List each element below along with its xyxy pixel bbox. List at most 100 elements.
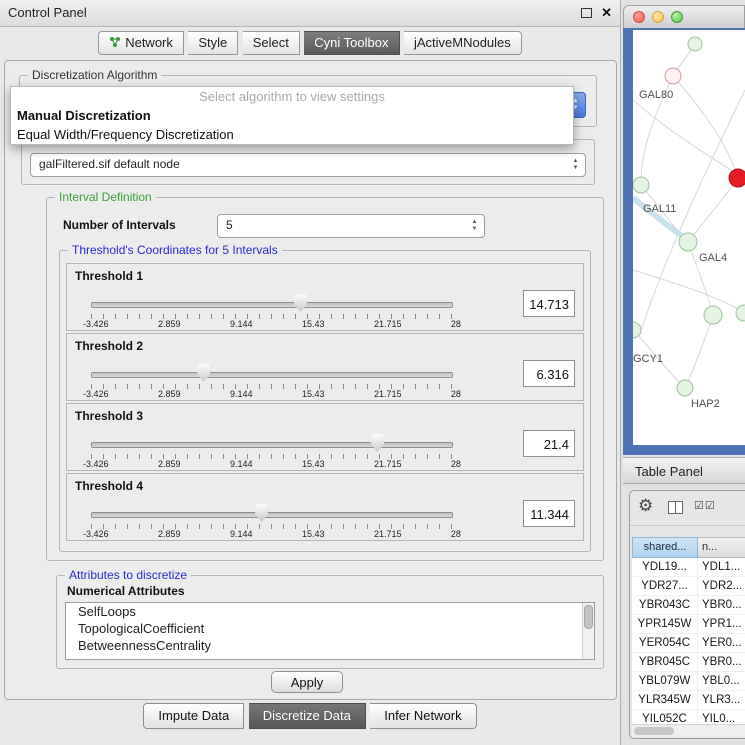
tab-infer-network[interactable]: Infer Network: [370, 703, 476, 729]
vertical-scrollbar[interactable]: [582, 603, 594, 659]
table-cell[interactable]: YBR043C: [632, 596, 698, 614]
tick-label: 28: [451, 459, 461, 469]
slider-track[interactable]: [91, 512, 453, 518]
table-row[interactable]: YLR345WYLR3...: [632, 691, 745, 710]
float-window-icon[interactable]: [581, 8, 592, 18]
table-data-group: Table Data galFiltered.sif default node …: [21, 139, 595, 185]
tab-select[interactable]: Select: [243, 31, 300, 55]
table-cell[interactable]: YIL0...: [698, 710, 745, 724]
threshold-3-value-field[interactable]: 21.4: [523, 430, 575, 457]
table-cell[interactable]: YBR045C: [632, 653, 698, 671]
table-row[interactable]: YPR145WYPR1...: [632, 615, 745, 634]
table-cell[interactable]: YDR2...: [698, 577, 745, 595]
network-node[interactable]: [688, 37, 702, 51]
network-node[interactable]: [704, 306, 722, 324]
network-node-selected-red[interactable]: [729, 169, 745, 187]
scrollbar-thumb[interactable]: [634, 727, 674, 735]
threshold-1-value-field[interactable]: 14.713: [523, 290, 575, 317]
threshold-3-slider[interactable]: -3.4262.8599.14415.4321.71528: [91, 434, 453, 466]
tab-impute-data[interactable]: Impute Data: [143, 703, 244, 729]
threshold-2-slider[interactable]: -3.4262.8599.14415.4321.71528: [91, 364, 453, 396]
dropdown-placeholder-item[interactable]: Select algorithm to view settings: [11, 87, 573, 106]
slider-tick-labels: -3.4262.8599.14415.4321.71528: [83, 389, 461, 399]
horizontal-scrollbar[interactable]: [632, 724, 745, 737]
table-cell[interactable]: YDR27...: [632, 577, 698, 595]
column-header-name[interactable]: n...: [698, 537, 745, 558]
updown-arrows-icon: ▲▼: [470, 219, 479, 233]
table-row[interactable]: YBR045CYBR0...: [632, 653, 745, 672]
gear-icon[interactable]: ⚙: [638, 496, 653, 516]
table-row[interactable]: YBL079WYBL0...: [632, 672, 745, 691]
table-row[interactable]: YBR043CYBR0...: [632, 596, 745, 615]
slider-thumb[interactable]: [371, 434, 384, 452]
tab-network[interactable]: Network: [98, 31, 184, 55]
threshold-2-value-field[interactable]: 6.316: [523, 360, 575, 387]
node-label-gcy1: GCY1: [633, 353, 663, 365]
network-node-gal4[interactable]: [679, 233, 697, 251]
table-cell[interactable]: YPR1...: [698, 615, 745, 633]
table-cell[interactable]: YLR3...: [698, 691, 745, 709]
threshold-panel-2: Threshold 2 -3.4262.8599.14415.4321.7152…: [66, 333, 584, 401]
column-header-shared-name[interactable]: shared...: [632, 537, 698, 558]
threshold-2-label: Threshold 2: [75, 339, 143, 353]
table-cell[interactable]: YPR145W: [632, 615, 698, 633]
attribute-list-item[interactable]: TopologicalCoefficient: [66, 620, 594, 637]
table-cell[interactable]: YBL079W: [632, 672, 698, 690]
slider-thumb[interactable]: [255, 504, 268, 522]
table-cell[interactable]: YER0...: [698, 634, 745, 652]
threshold-4-slider[interactable]: -3.4262.8599.14415.4321.71528: [91, 504, 453, 536]
table-row[interactable]: YDR27...YDR2...: [632, 577, 745, 596]
attribute-list-item[interactable]: SelfLoops: [66, 603, 594, 620]
table-data-combobox[interactable]: galFiltered.sif default node ▲▼: [30, 153, 586, 177]
tab-jactivemnodules[interactable]: jActiveMNodules: [404, 31, 522, 55]
checkbox-icon[interactable]: ☑: [694, 500, 705, 512]
bottom-tab-bar: Impute Data Discretize Data Infer Networ…: [0, 703, 620, 729]
table-cell[interactable]: YBL0...: [698, 672, 745, 690]
tick-label: -3.426: [83, 319, 109, 329]
table-cell[interactable]: YDL1...: [698, 558, 745, 576]
close-button[interactable]: [633, 11, 645, 23]
tab-discretize-data[interactable]: Discretize Data: [249, 703, 366, 729]
network-canvas[interactable]: GAL80 GAL11 GAL4 GCY1 HAP2: [633, 30, 745, 445]
dropdown-option-manual-discretization[interactable]: Manual Discretization: [11, 106, 573, 125]
screen: Control Panel ✕ Network Style Select Cyn…: [0, 0, 745, 745]
tab-cyni-toolbox[interactable]: Cyni Toolbox: [304, 31, 399, 55]
network-node-gcy1[interactable]: [633, 322, 641, 338]
checkbox-icon[interactable]: ☑: [705, 500, 716, 512]
attributes-list[interactable]: SelfLoopsTopologicalCoefficientBetweenne…: [65, 602, 595, 660]
slider-thumb[interactable]: [197, 364, 210, 382]
slider-thumb[interactable]: [294, 294, 307, 312]
slider-track[interactable]: [91, 442, 453, 448]
table-row[interactable]: YDL19...YDL1...: [632, 558, 745, 577]
table-cell[interactable]: YIL052C: [632, 710, 698, 724]
table-row[interactable]: YIL052CYIL0...: [632, 710, 745, 724]
slider-track[interactable]: [91, 372, 453, 378]
network-node-gal11[interactable]: [633, 177, 649, 193]
select-columns-icons[interactable]: ☑☑: [694, 499, 716, 512]
number-of-intervals-combobox[interactable]: 5 ▲▼: [217, 214, 485, 238]
network-node-gal80[interactable]: [665, 68, 681, 84]
minimize-button[interactable]: [652, 11, 664, 23]
threshold-1-slider[interactable]: -3.4262.8599.14415.4321.71528: [91, 294, 453, 326]
tick-label: 28: [451, 529, 461, 539]
slider-track[interactable]: [91, 302, 453, 308]
table-cell[interactable]: YDL19...: [632, 558, 698, 576]
network-node[interactable]: [736, 305, 745, 321]
table-cell[interactable]: YBR0...: [698, 596, 745, 614]
table-cell[interactable]: YBR0...: [698, 653, 745, 671]
tab-style[interactable]: Style: [188, 31, 238, 55]
table-cell[interactable]: YER054C: [632, 634, 698, 652]
table-cell[interactable]: YLR345W: [632, 691, 698, 709]
table-body[interactable]: YDL19...YDL1...YDR27...YDR2...YBR043CYBR…: [632, 558, 745, 724]
network-node-hap2[interactable]: [677, 380, 693, 396]
close-icon[interactable]: ✕: [601, 7, 612, 19]
table-row[interactable]: YER054CYER0...: [632, 634, 745, 653]
network-window-frame: GAL80 GAL11 GAL4 GCY1 HAP2: [623, 28, 745, 455]
scrollbar-thumb[interactable]: [584, 605, 593, 629]
threshold-4-value-field[interactable]: 11.344: [523, 500, 575, 527]
dropdown-option-equal-width[interactable]: Equal Width/Frequency Discretization: [11, 125, 573, 144]
attribute-list-item[interactable]: BetweennessCentrality: [66, 637, 594, 654]
apply-button[interactable]: Apply: [271, 671, 343, 693]
zoom-button[interactable]: [671, 11, 683, 23]
columns-icon[interactable]: [668, 501, 683, 514]
